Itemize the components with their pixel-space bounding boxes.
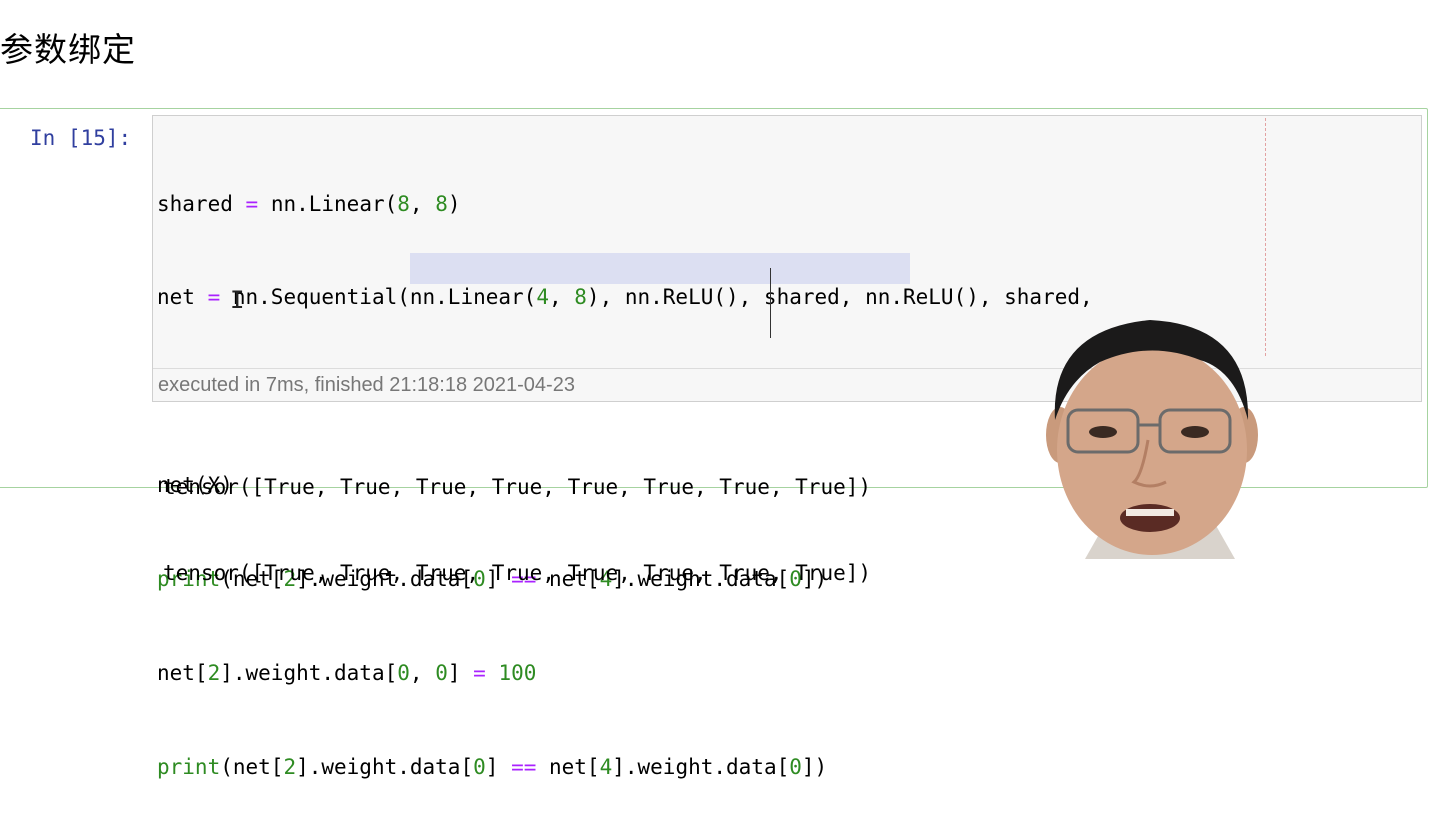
text-caret (770, 268, 771, 338)
execution-info: executed in 7ms, finished 21:18:18 2021-… (158, 374, 575, 396)
output-line: tensor([True, True, True, True, True, Tr… (163, 475, 872, 499)
code-line: print(net[2].weight.data[0] == net[4].we… (157, 754, 828, 779)
code-line: shared = nn.Linear(8, 8) (157, 191, 461, 216)
presenter-webcam (1030, 300, 1290, 559)
cell-output: tensor([True, True, True, True, True, Tr… (163, 416, 871, 616)
text-cursor-icon: I (230, 286, 245, 314)
cell-prompt: In [15]: (30, 126, 132, 150)
code-line: net = nn.Sequential(nn.Linear(4, 8), nn.… (157, 285, 1093, 310)
code-line: net[2].weight.data[0, 0] = 100 (157, 661, 537, 686)
section-heading: 参数绑定 (0, 30, 136, 69)
output-line: tensor([True, True, True, True, True, Tr… (163, 560, 872, 585)
